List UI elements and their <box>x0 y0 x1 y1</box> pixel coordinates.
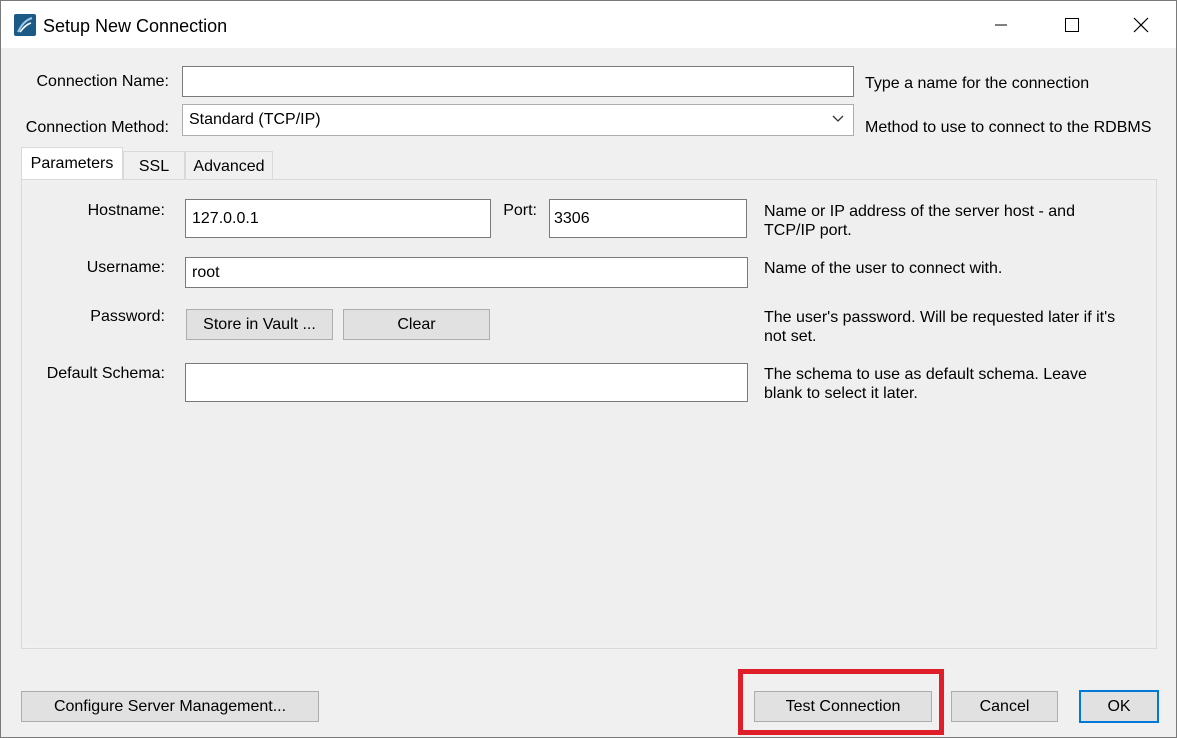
password-hint-line2: not set. <box>764 328 817 345</box>
minimize-icon <box>995 24 1007 25</box>
connection-name-input[interactable] <box>182 66 854 97</box>
close-icon <box>1133 17 1149 32</box>
username-hint: Name of the user to connect with. <box>764 260 1003 277</box>
parameters-panel-body <box>25 183 1153 645</box>
connection-method-value: Standard (TCP/IP) <box>189 111 321 128</box>
hostname-input[interactable]: 127.0.0.1 <box>185 199 491 238</box>
window-title: Setup New Connection <box>43 16 228 36</box>
connection-name-hint: Type a name for the connection <box>865 75 1090 92</box>
connection-method-select[interactable]: Standard (TCP/IP) <box>182 104 854 136</box>
username-label: Username: <box>86 259 165 276</box>
minimize-button[interactable] <box>966 1 1036 48</box>
username-input[interactable]: root <box>185 257 748 288</box>
mysql-workbench-icon <box>14 14 36 36</box>
hostname-hint-line2: TCP/IP port. <box>764 222 852 239</box>
default-schema-input[interactable] <box>185 363 748 402</box>
port-label: Port: <box>503 202 537 219</box>
cancel-button[interactable]: Cancel <box>951 691 1058 722</box>
ok-button[interactable]: OK <box>1079 690 1159 723</box>
configure-server-management-button[interactable]: Configure Server Management... <box>21 691 319 722</box>
maximize-button[interactable] <box>1037 1 1107 48</box>
hostname-hint-line1: Name or IP address of the server host - … <box>764 203 1075 220</box>
clear-password-button[interactable]: Clear <box>343 309 490 340</box>
default-schema-hint-line1: The schema to use as default schema. Lea… <box>764 366 1087 383</box>
store-in-vault-button[interactable]: Store in Vault ... <box>186 309 333 340</box>
tab-advanced[interactable]: Advanced <box>185 151 273 182</box>
tab-parameters[interactable]: Parameters <box>21 147 123 179</box>
setup-connection-dialog: Setup New Connection Connection Name: Ty… <box>0 0 1177 738</box>
tab-ssl[interactable]: SSL <box>123 151 185 182</box>
chevron-down-icon <box>832 115 844 122</box>
maximize-icon <box>1065 17 1079 32</box>
connection-name-label: Connection Name: <box>36 73 169 90</box>
port-input[interactable]: 3306 <box>549 199 747 238</box>
test-connection-highlight-box <box>738 669 944 735</box>
default-schema-label: Default Schema: <box>46 365 165 382</box>
default-schema-hint-line2: blank to select it later. <box>764 385 918 402</box>
title-bar: Setup New Connection <box>1 1 1176 48</box>
parameters-panel <box>21 179 1157 649</box>
connection-method-label: Connection Method: <box>25 119 169 136</box>
password-label: Password: <box>90 308 165 325</box>
close-button[interactable] <box>1106 1 1176 48</box>
hostname-label: Hostname: <box>87 202 165 219</box>
password-hint-line1: The user's password. Will be requested l… <box>764 309 1116 326</box>
connection-method-hint: Method to use to connect to the RDBMS <box>865 119 1152 136</box>
